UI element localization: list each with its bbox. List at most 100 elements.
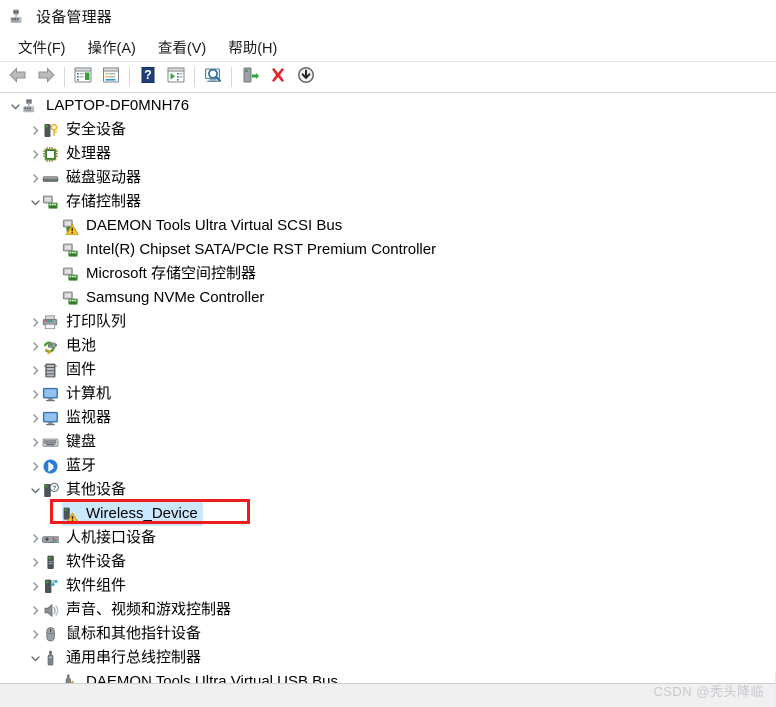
toolbar-console-tree[interactable] xyxy=(69,64,97,90)
tree-node[interactable]: 磁盘驱动器 xyxy=(0,166,776,190)
security-device-icon xyxy=(42,122,59,139)
toolbar-forward[interactable] xyxy=(32,64,60,90)
toolbar: ? xyxy=(0,62,776,93)
chevron-right-icon[interactable] xyxy=(28,118,42,142)
tree-node[interactable]: DAEMON Tools Ultra Virtual SCSI Bus xyxy=(0,214,776,238)
tree-node[interactable]: 监视器 xyxy=(0,406,776,430)
monitor-icon xyxy=(42,410,59,427)
tree-node[interactable]: Samsung NVMe Controller xyxy=(0,286,776,310)
chevron-down-icon[interactable] xyxy=(28,646,42,670)
tree-node[interactable]: 通用串行总线控制器 xyxy=(0,646,776,670)
tree-node-label: Wireless_Device xyxy=(86,502,201,526)
tree-node[interactable]: ? 其他设备 xyxy=(0,478,776,502)
toolbar-update-driver[interactable] xyxy=(162,64,190,90)
chevron-right-icon[interactable] xyxy=(28,406,42,430)
tree-node[interactable]: 存储控制器 xyxy=(0,190,776,214)
tree-node-content: 打印队列 xyxy=(42,310,129,334)
toolbar-uninstall-device[interactable] xyxy=(264,64,292,90)
chevron-right-icon[interactable] xyxy=(28,310,42,334)
toolbar-help[interactable]: ? xyxy=(134,64,162,90)
chevron-right-icon[interactable] xyxy=(28,550,42,574)
chevron-right-icon[interactable] xyxy=(28,598,42,622)
tree-node-content: 电池 xyxy=(42,334,99,358)
chevron-right-icon[interactable] xyxy=(28,334,42,358)
tree-node-content: 声音、视频和游戏控制器 xyxy=(42,598,234,622)
tree-node[interactable]: Intel(R) Chipset SATA/PCIe RST Premium C… xyxy=(0,238,776,262)
tree-node[interactable]: 电池 xyxy=(0,334,776,358)
tree-node-content: 安全设备 xyxy=(42,118,129,142)
chevron-right-icon[interactable] xyxy=(28,454,42,478)
tree-node-label: 固件 xyxy=(66,361,97,378)
svg-text:?: ? xyxy=(144,68,152,82)
toolbar-enable-device[interactable] xyxy=(236,64,264,90)
menu-action[interactable]: 操作(A) xyxy=(78,34,146,61)
device-tree[interactable]: LAPTOP-DF0MNH76 安全设备 处理器磁盘驱动器存储控制器 DAEMON T… xyxy=(0,94,776,683)
show-hide-console-tree-icon xyxy=(73,66,93,89)
firmware-icon xyxy=(42,362,59,379)
toolbar-scan-hardware[interactable] xyxy=(199,64,227,90)
csdn-watermark: CSDN @秃头降临 xyxy=(653,684,764,699)
device-manager-window: 设备管理器 文件(F) 操作(A) 查看(V) 帮助(H) ? LAPTOP-D… xyxy=(0,0,776,707)
tree-node[interactable]: 软件组件 xyxy=(0,574,776,598)
tree-node-label: 人机接口设备 xyxy=(66,529,157,546)
chevron-right-icon[interactable] xyxy=(28,526,42,550)
menu-view[interactable]: 查看(V) xyxy=(148,34,216,61)
tree-node[interactable]: 声音、视频和游戏控制器 xyxy=(0,598,776,622)
tree-node[interactable]: 处理器 xyxy=(0,142,776,166)
chevron-down-icon[interactable] xyxy=(28,190,42,214)
tree-node[interactable]: 安全设备 xyxy=(0,118,776,142)
software-device-icon xyxy=(42,554,59,571)
chevron-down-icon[interactable] xyxy=(8,94,22,118)
tree-node[interactable]: 打印队列 xyxy=(0,310,776,334)
tree-node[interactable]: 软件设备 xyxy=(0,550,776,574)
device-manager-icon xyxy=(9,8,27,26)
menu-file[interactable]: 文件(F) xyxy=(8,34,76,61)
tree-node-content: Wireless_Device xyxy=(62,502,203,526)
tree-node-label: 键盘 xyxy=(66,433,97,450)
chevron-right-icon[interactable] xyxy=(28,166,42,190)
print-queue-icon xyxy=(42,314,59,331)
toolbar-back[interactable] xyxy=(4,64,32,90)
uninstall-device-icon xyxy=(268,66,288,89)
chevron-right-icon[interactable] xyxy=(28,382,42,406)
tree-node-label: 蓝牙 xyxy=(66,457,97,474)
toolbar-separator xyxy=(64,67,65,87)
tree-node[interactable]: Wireless_Device xyxy=(0,502,776,526)
tree-node[interactable]: 人机接口设备 xyxy=(0,526,776,550)
tree-node[interactable]: 蓝牙 xyxy=(0,454,776,478)
tree-node-content: 软件设备 xyxy=(42,550,129,574)
menu-help[interactable]: 帮助(H) xyxy=(218,34,287,61)
toolbar-disable-device[interactable] xyxy=(292,64,320,90)
tree-node-content: Intel(R) Chipset SATA/PCIe RST Premium C… xyxy=(62,238,439,262)
tree-node-label: 软件设备 xyxy=(66,553,127,570)
tree-node[interactable]: 键盘 xyxy=(0,430,776,454)
chevron-down-icon[interactable] xyxy=(28,478,42,502)
tree-node-label: 其他设备 xyxy=(66,481,127,498)
chevron-right-icon[interactable] xyxy=(28,430,42,454)
tree-node[interactable]: 计算机 xyxy=(0,382,776,406)
tree-node-label: LAPTOP-DF0MNH76 xyxy=(46,97,190,114)
tree-node-content: 存储控制器 xyxy=(42,190,144,214)
chevron-right-icon[interactable] xyxy=(28,574,42,598)
tree-node-label: 计算机 xyxy=(66,385,112,402)
toolbar-properties[interactable] xyxy=(97,64,125,90)
hid-icon xyxy=(41,530,61,547)
update-driver-icon xyxy=(166,66,186,89)
tree-node[interactable]: 固件 xyxy=(0,358,776,382)
tree-node[interactable]: 鼠标和其他指针设备 xyxy=(0,622,776,646)
tree-node-content: 计算机 xyxy=(42,382,114,406)
tree-node-label: 声音、视频和游戏控制器 xyxy=(66,601,232,618)
chevron-right-icon[interactable] xyxy=(28,142,42,166)
tree-node-label: Samsung NVMe Controller xyxy=(86,289,265,306)
toolbar-separator xyxy=(129,67,130,87)
chevron-right-icon[interactable] xyxy=(28,622,42,646)
tree-node-label: 磁盘驱动器 xyxy=(66,169,142,186)
chevron-right-icon[interactable] xyxy=(28,358,42,382)
bluetooth-icon xyxy=(42,458,59,475)
tree-node[interactable]: Microsoft 存储空间控制器 xyxy=(0,262,776,286)
tree-node-content: 监视器 xyxy=(42,406,114,430)
tree-node[interactable]: LAPTOP-DF0MNH76 xyxy=(0,94,776,118)
tree-node-content: 人机接口设备 xyxy=(41,526,159,550)
